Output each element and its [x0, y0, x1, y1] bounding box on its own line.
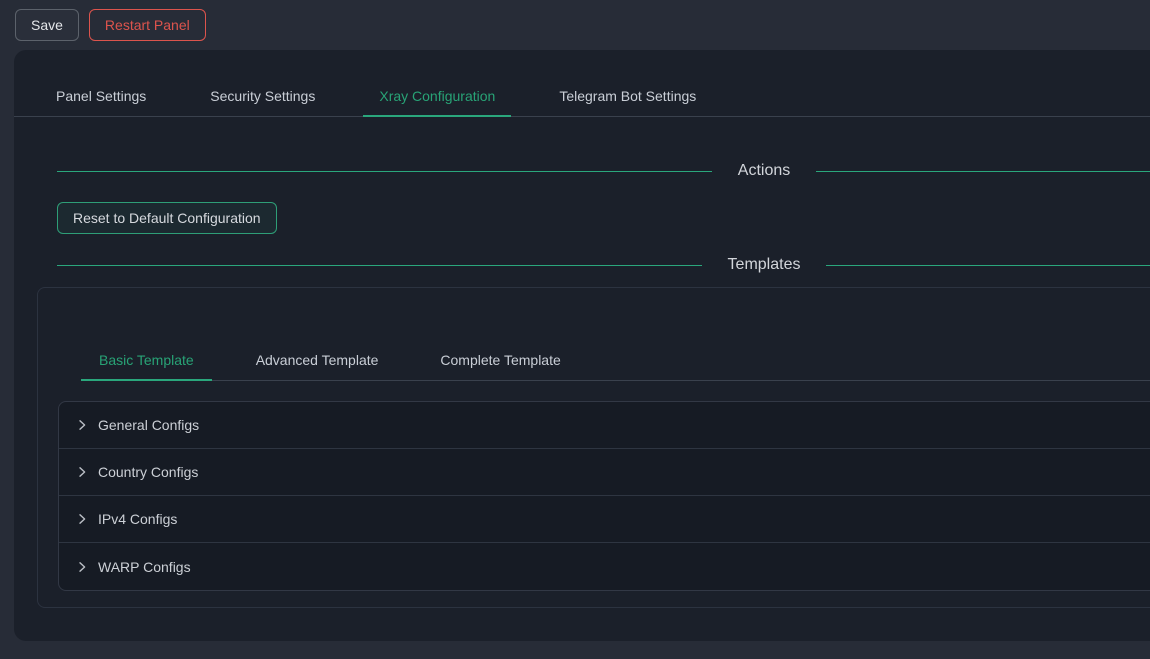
- xray-config-panel: Actions Reset to Default Configuration T…: [14, 162, 1150, 274]
- tab-advanced-template[interactable]: Advanced Template: [238, 340, 397, 380]
- chevron-right-icon: [76, 513, 88, 525]
- collapse-row-ipv4-configs[interactable]: IPv4 Configs: [59, 496, 1150, 543]
- templates-divider-label: Templates: [728, 256, 801, 274]
- reset-default-config-button[interactable]: Reset to Default Configuration: [57, 202, 277, 234]
- collapse-row-label: IPv4 Configs: [98, 511, 177, 527]
- collapse-row-label: Country Configs: [98, 464, 198, 480]
- main-tab-bar: Panel Settings Security Settings Xray Co…: [14, 50, 1150, 117]
- actions-divider-label: Actions: [738, 162, 790, 180]
- templates-card: Basic Template Advanced Template Complet…: [37, 287, 1150, 608]
- tab-telegram-bot-settings[interactable]: Telegram Bot Settings: [543, 76, 712, 116]
- tab-basic-template[interactable]: Basic Template: [81, 340, 212, 380]
- collapse-row-label: General Configs: [98, 417, 199, 433]
- collapse-row-label: WARP Configs: [98, 559, 191, 575]
- chevron-right-icon: [76, 419, 88, 431]
- save-button[interactable]: Save: [15, 9, 79, 41]
- chevron-right-icon: [76, 466, 88, 478]
- tab-xray-configuration[interactable]: Xray Configuration: [363, 76, 511, 116]
- tab-panel-settings[interactable]: Panel Settings: [40, 76, 162, 116]
- collapse-row-country-configs[interactable]: Country Configs: [59, 449, 1150, 496]
- template-collapse-list: General Configs Country Configs IPv4 Con…: [58, 401, 1150, 591]
- template-tab-bar: Basic Template Advanced Template Complet…: [81, 288, 1150, 381]
- tab-security-settings[interactable]: Security Settings: [194, 76, 331, 116]
- chevron-right-icon: [76, 561, 88, 573]
- collapse-row-warp-configs[interactable]: WARP Configs: [59, 543, 1150, 590]
- tab-complete-template[interactable]: Complete Template: [422, 340, 578, 380]
- templates-divider: Templates: [57, 256, 1150, 274]
- settings-card: Panel Settings Security Settings Xray Co…: [14, 50, 1150, 641]
- topbar: Save Restart Panel: [0, 0, 1150, 50]
- restart-panel-button[interactable]: Restart Panel: [89, 9, 206, 41]
- collapse-row-general-configs[interactable]: General Configs: [59, 402, 1150, 449]
- actions-divider: Actions: [57, 162, 1150, 180]
